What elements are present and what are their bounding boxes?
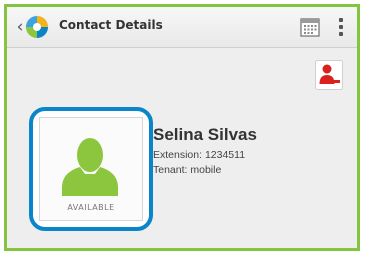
contact-name: Selina Silvas [153,125,257,144]
contact-details-content: AVAILABLE Selina Silvas Extension: 12345… [7,48,357,248]
app-logo-icon[interactable] [25,15,49,39]
contact-avatar-highlight[interactable]: AVAILABLE [29,107,153,231]
contact-extension: Extension: 1234511 [153,149,246,161]
contact-tenant: Tenant: mobile [153,164,222,176]
overflow-menu-icon[interactable] [334,16,348,38]
contact-avatar[interactable]: AVAILABLE [39,117,143,221]
app-frame: ‹ Contact Details AVAILABLE Selina Silva… [4,4,360,251]
page-title: Contact Details [59,18,163,32]
calendar-icon[interactable] [298,15,322,39]
remove-contact-icon[interactable] [315,60,343,90]
presence-status-label: AVAILABLE [67,203,115,212]
person-silhouette-icon [62,138,118,196]
action-bar: ‹ Contact Details [7,7,357,48]
